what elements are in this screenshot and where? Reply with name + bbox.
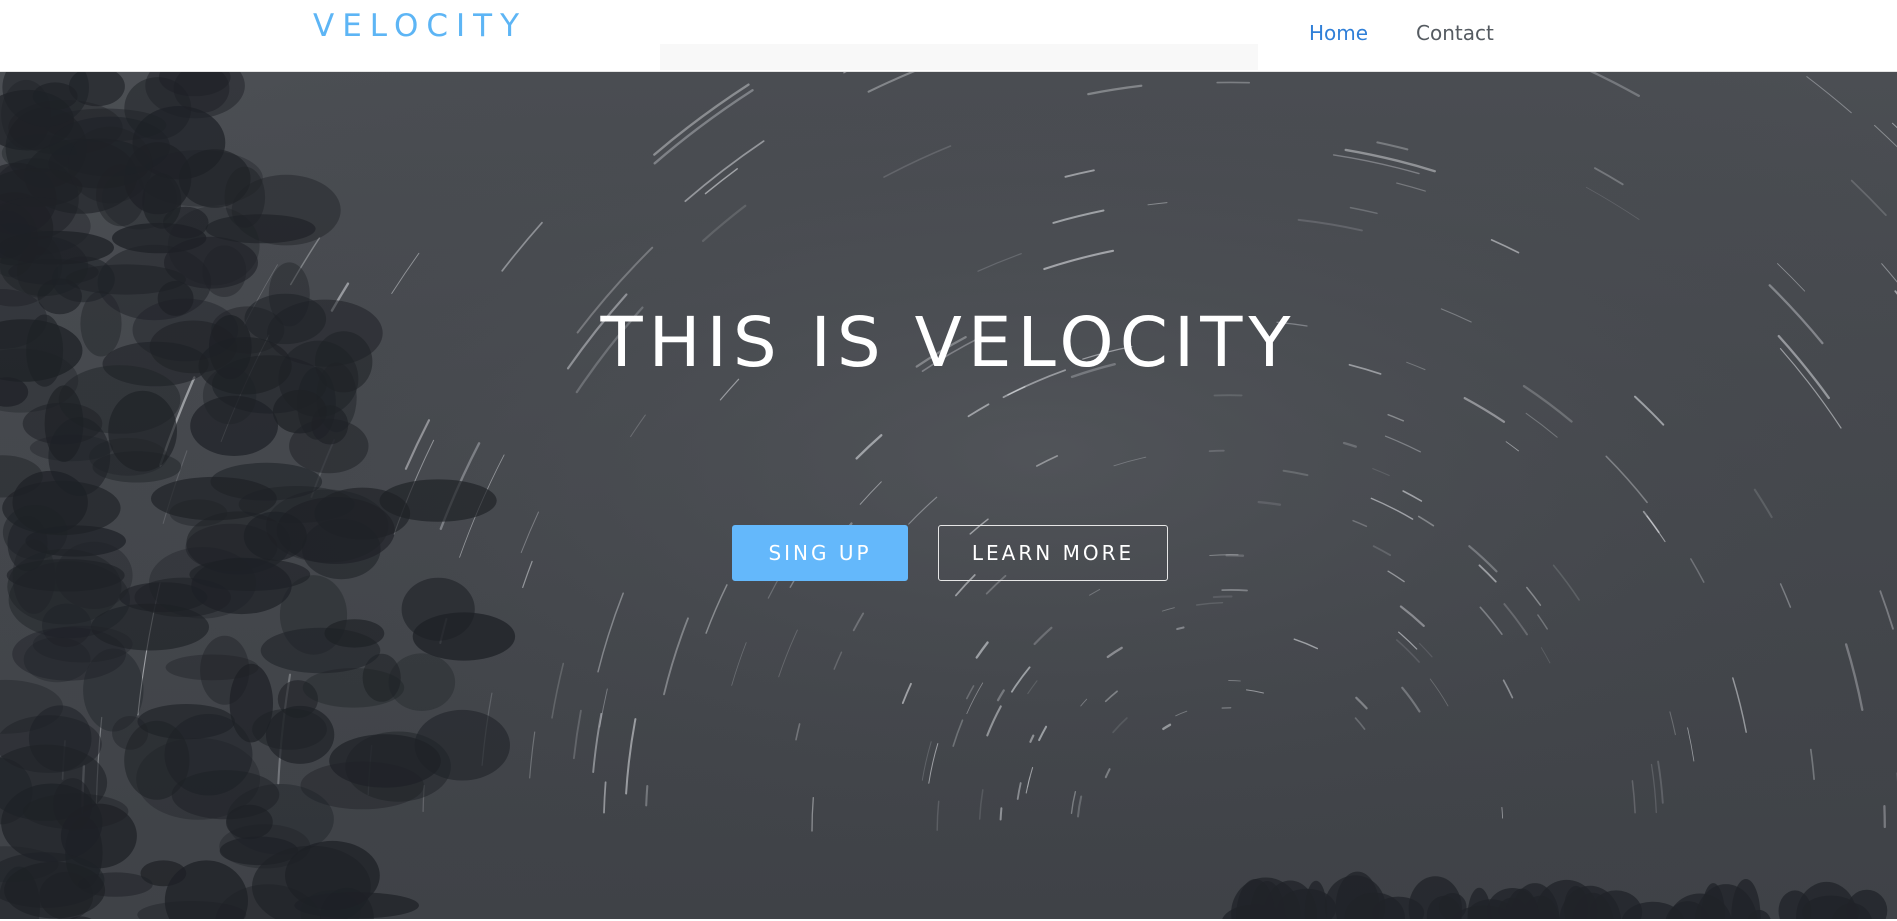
tree-foliage: [48, 417, 111, 496]
star-trail: [1221, 589, 1248, 592]
nav-link-home[interactable]: Home: [1309, 21, 1368, 45]
brand-logo[interactable]: VELOCITY: [313, 8, 527, 44]
tree-foliage: [23, 793, 129, 830]
hero-section: THIS IS VELOCITY SING UP LEARN MORE: [0, 71, 1897, 919]
star-trail: [645, 784, 649, 807]
navbar: VELOCITY Home Contact: [0, 0, 1897, 72]
tree-foliage: [12, 627, 126, 681]
tree-foliage: [302, 668, 405, 708]
tree-foliage: [68, 126, 153, 204]
star-trails-background: [0, 71, 1897, 919]
hero-title: THIS IS VELOCITY: [600, 303, 1297, 383]
treeline-silhouette: [1438, 893, 1467, 919]
tree-foliage: [219, 836, 299, 866]
tree-foliage: [165, 654, 259, 681]
tree-foliage: [0, 230, 114, 265]
learn-more-button[interactable]: LEARN MORE: [938, 525, 1168, 581]
nav-link-contact[interactable]: Contact: [1416, 21, 1494, 45]
tree-foliage: [191, 557, 292, 615]
tree-foliage: [379, 479, 497, 522]
tree-foliage: [252, 708, 327, 750]
tree-foliage: [164, 236, 258, 289]
tree-foliage: [151, 476, 277, 521]
star-trail: [1208, 449, 1225, 453]
sign-up-button[interactable]: SING UP: [732, 525, 908, 581]
star-trail: [1176, 626, 1185, 631]
tree-foliage: [329, 734, 441, 788]
tree-foliage: [6, 559, 125, 592]
star-trail: [1212, 595, 1233, 599]
tree-foliage: [324, 619, 385, 648]
tree-foliage: [4, 861, 106, 919]
navbar-placeholder-strip: [660, 44, 1258, 70]
star-trail: [999, 807, 1003, 821]
tree-foliage: [124, 720, 190, 800]
tree-foliage: [412, 612, 516, 661]
tree-foliage: [289, 418, 369, 474]
